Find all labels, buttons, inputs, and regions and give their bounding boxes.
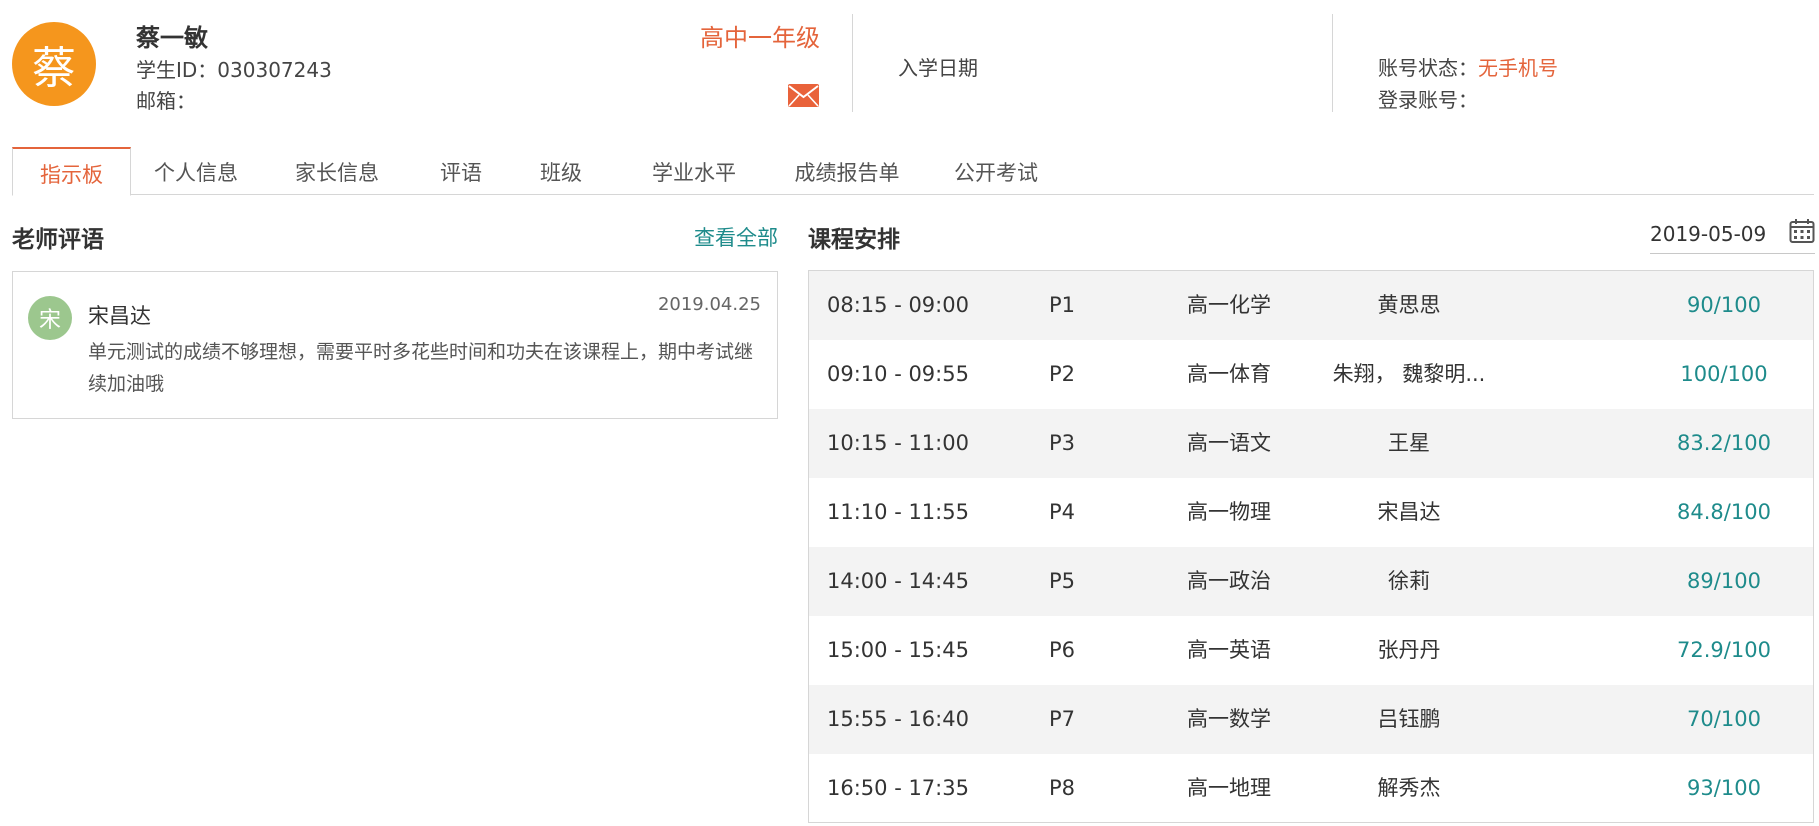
- tab-public-exams[interactable]: 公开考试: [940, 147, 1052, 195]
- row-time: 15:55 - 16:40: [827, 707, 969, 731]
- row-time: 08:15 - 09:00: [827, 293, 969, 317]
- row-score[interactable]: 93/100: [1659, 754, 1789, 823]
- schedule-row[interactable]: 08:15 - 09:00 P1 高一化学 黄思思 90/100: [809, 271, 1813, 340]
- row-teacher: 宋昌达: [1377, 500, 1441, 524]
- row-subject: 高一语文: [1187, 431, 1271, 455]
- row-score[interactable]: 89/100: [1659, 547, 1789, 616]
- schedule-row[interactable]: 16:50 - 17:35 P8 高一地理 解秀杰 93/100: [809, 754, 1813, 823]
- header-divider: [852, 14, 853, 112]
- comment-text: 单元测试的成绩不够理想，需要平时多花些时间和功夫在该课程上，期中考试继续加油哦: [88, 341, 754, 395]
- student-header: 蔡 蔡一敏 学生ID：030307243 邮箱： 高中一年级 入学日期 账号状态…: [0, 0, 1819, 140]
- account-status-value: 无手机号: [1478, 56, 1558, 80]
- teacher-avatar: 宋: [28, 296, 72, 340]
- schedule-row[interactable]: 15:55 - 16:40 P7 高一数学 吕钰鹏 70/100: [809, 685, 1813, 754]
- schedule-title: 课程安排: [808, 227, 900, 253]
- row-score[interactable]: 84.8/100: [1659, 478, 1789, 547]
- teacher-comments-title: 老师评语: [12, 227, 104, 253]
- row-subject: 高一数学: [1187, 707, 1271, 731]
- enrollment-date-label: 入学日期: [898, 56, 978, 80]
- row-score[interactable]: 90/100: [1659, 271, 1789, 340]
- row-score[interactable]: 100/100: [1659, 340, 1789, 409]
- schedule-date[interactable]: 2019-05-09: [1650, 222, 1766, 246]
- row-score[interactable]: 70/100: [1659, 685, 1789, 754]
- schedule-table: 08:15 - 09:00 P1 高一化学 黄思思 90/100 09:10 -…: [808, 270, 1814, 823]
- tab-report-card[interactable]: 成绩报告单: [774, 147, 920, 195]
- schedule-row[interactable]: 09:10 - 09:55 P2 高一体育 朱翔， 魏黎明... 100/100: [809, 340, 1813, 409]
- schedule-row[interactable]: 10:15 - 11:00 P3 高一语文 王星 83.2/100: [809, 409, 1813, 478]
- comment-date: 2019.04.25: [657, 294, 761, 315]
- row-time: 15:00 - 15:45: [827, 638, 969, 662]
- student-id: 学生ID：030307243: [136, 58, 332, 82]
- row-subject: 高一英语: [1187, 638, 1271, 662]
- row-teacher: 黄思思: [1377, 293, 1441, 317]
- row-time: 09:10 - 09:55: [827, 362, 969, 386]
- row-period: P2: [1049, 362, 1076, 386]
- tab-dashboard[interactable]: 指示板: [12, 147, 131, 196]
- account-status-label: 账号状态：: [1378, 56, 1478, 80]
- row-period: P8: [1049, 776, 1076, 800]
- student-name: 蔡一敏: [136, 24, 208, 52]
- row-teacher: 徐莉: [1388, 569, 1430, 593]
- grade-label: 高中一年级: [700, 24, 820, 52]
- row-time: 16:50 - 17:35: [827, 776, 969, 800]
- row-subject: 高一体育: [1187, 362, 1271, 386]
- row-time: 11:10 - 11:55: [827, 500, 969, 524]
- row-teacher: 王星: [1388, 431, 1430, 455]
- row-period: P5: [1049, 569, 1076, 593]
- row-period: P3: [1049, 431, 1076, 455]
- tab-academic-level[interactable]: 学业水平: [632, 147, 756, 195]
- tab-bar: 指示板 个人信息 家长信息 评语 班级 学业水平 成绩报告单 公开考试: [12, 147, 1814, 196]
- schedule-row[interactable]: 15:00 - 15:45 P6 高一英语 张丹丹 72.9/100: [809, 616, 1813, 685]
- row-score[interactable]: 72.9/100: [1659, 616, 1789, 685]
- account-status: 账号状态：无手机号: [1378, 52, 1558, 81]
- view-all-link[interactable]: 查看全部: [690, 222, 778, 252]
- row-score[interactable]: 83.2/100: [1659, 409, 1789, 478]
- row-teacher: 朱翔， 魏黎明...: [1332, 362, 1486, 386]
- tab-comments[interactable]: 评语: [426, 147, 496, 195]
- row-teacher: 吕钰鹏: [1377, 707, 1441, 731]
- schedule-date-picker[interactable]: 2019-05-09: [1650, 214, 1815, 254]
- student-avatar: 蔡: [12, 22, 96, 106]
- row-period: P1: [1049, 293, 1076, 317]
- row-subject: 高一政治: [1187, 569, 1271, 593]
- comment-teacher-name: 宋昌达: [88, 304, 151, 328]
- schedule-row[interactable]: 11:10 - 11:55 P4 高一物理 宋昌达 84.8/100: [809, 478, 1813, 547]
- login-account-label: 登录账号：: [1378, 88, 1478, 112]
- comment-card: 宋 宋昌达 2019.04.25 单元测试的成绩不够理想，需要平时多花些时间和功…: [12, 271, 778, 419]
- row-period: P7: [1049, 707, 1076, 731]
- row-teacher: 张丹丹: [1377, 638, 1441, 662]
- schedule-row[interactable]: 14:00 - 14:45 P5 高一政治 徐莉 89/100: [809, 547, 1813, 616]
- row-time: 14:00 - 14:45: [827, 569, 969, 593]
- row-period: P6: [1049, 638, 1076, 662]
- row-subject: 高一化学: [1187, 293, 1271, 317]
- row-time: 10:15 - 11:00: [827, 431, 969, 455]
- tab-personal-info[interactable]: 个人信息: [141, 147, 251, 195]
- mail-icon[interactable]: [788, 84, 819, 107]
- tab-parent-info[interactable]: 家长信息: [282, 147, 392, 195]
- row-subject: 高一地理: [1187, 776, 1271, 800]
- calendar-icon[interactable]: [1789, 218, 1815, 244]
- tab-class[interactable]: 班级: [526, 147, 596, 195]
- row-teacher: 解秀杰: [1377, 776, 1441, 800]
- student-email: 邮箱：: [136, 89, 196, 113]
- row-period: P4: [1049, 500, 1076, 524]
- header-divider: [1332, 14, 1333, 112]
- row-subject: 高一物理: [1187, 500, 1271, 524]
